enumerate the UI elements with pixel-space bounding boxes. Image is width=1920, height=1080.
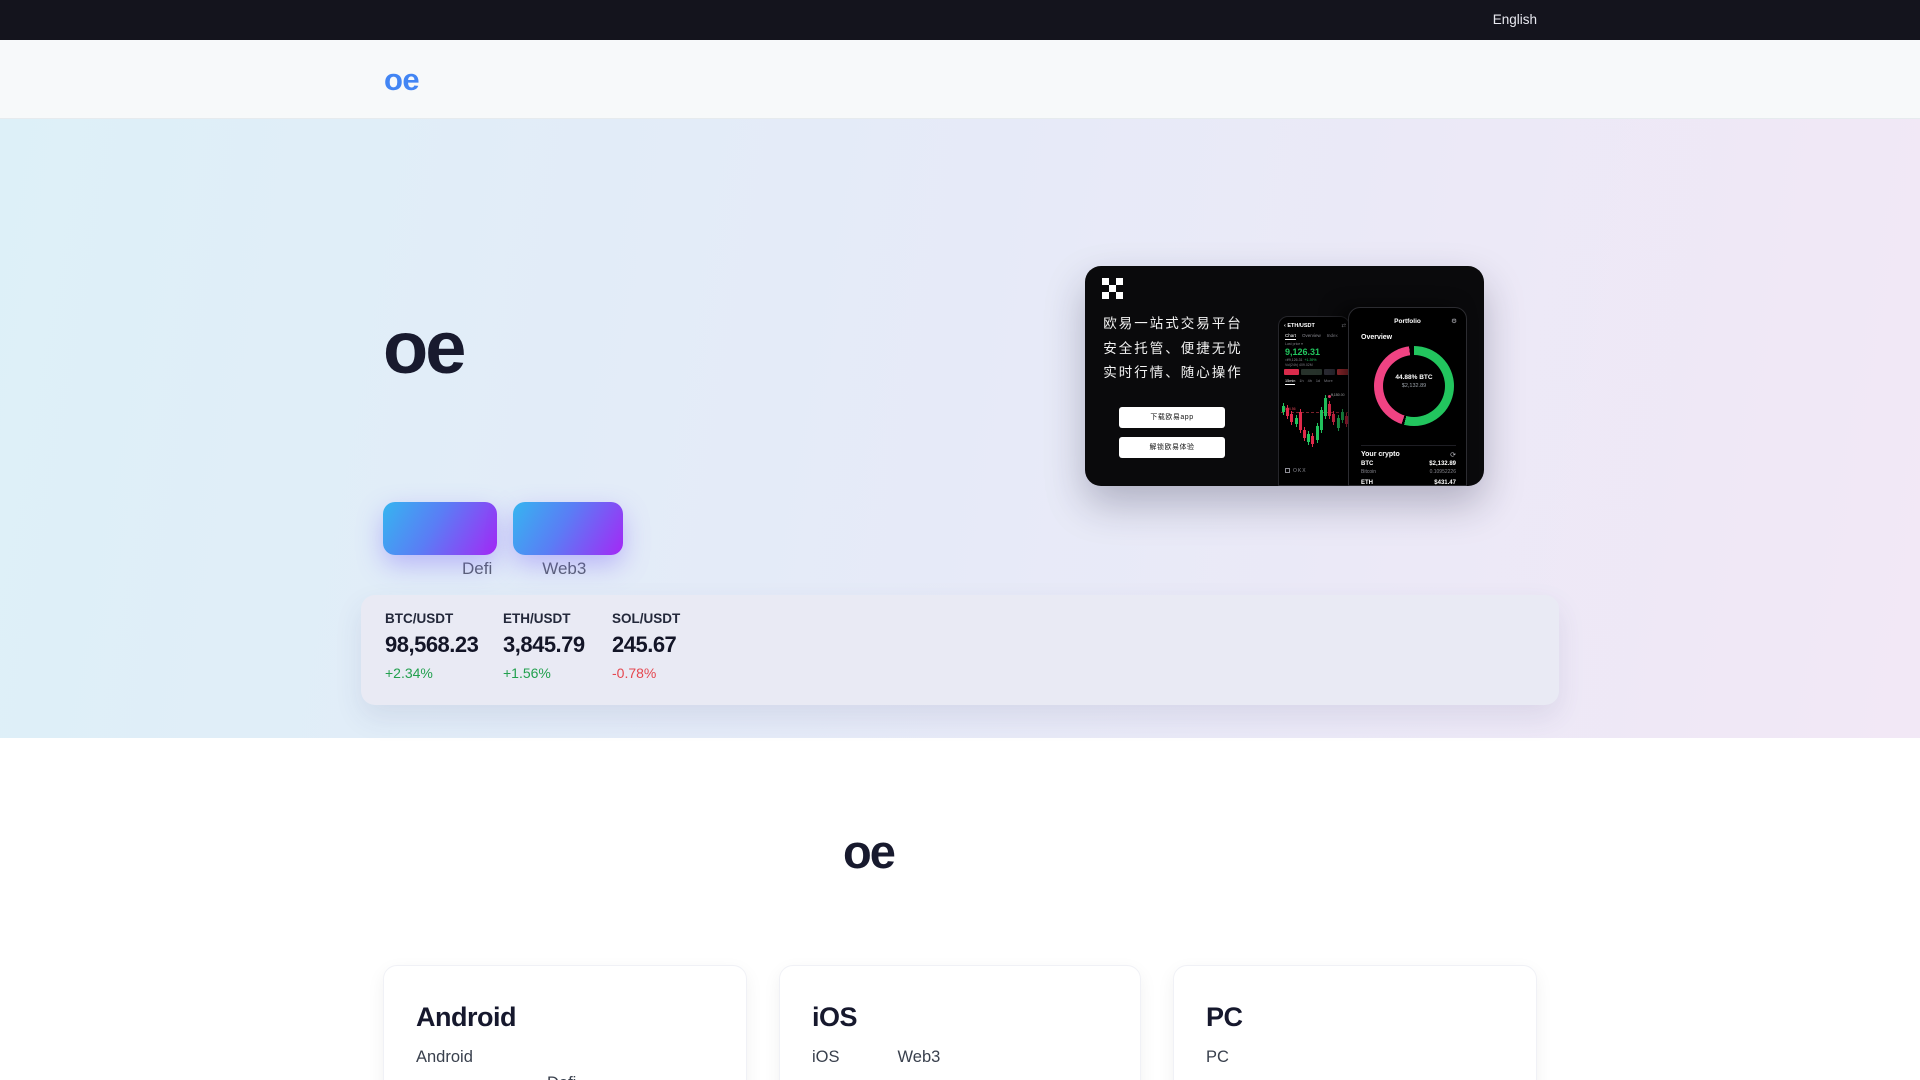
features-heading: oe: [843, 825, 896, 878]
last-price-label: Last price ▾: [1285, 342, 1303, 346]
card-body-extra: Web3: [897, 1048, 941, 1066]
market-tag-chip: [1284, 369, 1299, 375]
market-tag-chip: [1301, 369, 1322, 375]
market-tag-chip: [1324, 369, 1335, 375]
trade-approx: ≈¥9,126.31 +1.39%: [1285, 358, 1317, 362]
ticker-change: -0.78%: [612, 665, 657, 681]
hero-primary-button[interactable]: [383, 502, 497, 555]
promo-headline-2: 安全托管、便捷无忧: [1103, 340, 1243, 356]
gear-icon: ⚙: [1451, 318, 1457, 325]
donut-percent: 44.88% BTC: [1395, 374, 1433, 381]
download-card-ios[interactable]: iOS iOS Web3: [779, 965, 1141, 1080]
timeframe-option: More: [1324, 379, 1333, 383]
trade-price: 9,126.31: [1285, 347, 1321, 357]
ticker-change: +2.34%: [385, 665, 433, 681]
phone-mockup-trade: ‹ ETH/USDT ⇄ Chart Overview Index Last pric…: [1278, 316, 1350, 486]
brand-logo[interactable]: oe: [384, 62, 420, 98]
timeframe-option: 1h: [1299, 379, 1304, 383]
donut-value: $2,132.89: [1401, 383, 1427, 389]
tab-overview: Overview: [1302, 333, 1321, 338]
ticker-item-sol: SOL/USDT 245.67 -0.78%: [612, 611, 681, 681]
asset-row-btc: BTC Bitcoin $2,132.89 0.10952226: [1361, 461, 1456, 475]
download-card-android[interactable]: Android Android Defi: [383, 965, 747, 1080]
promo-headline-3: 实时行情、随心操作: [1103, 365, 1243, 380]
ticker-item-btc: BTC/USDT 98,568.23 +2.34%: [385, 611, 479, 681]
promo-download-button: 下载欧易app: [1119, 407, 1225, 428]
candle-chart: 9,034.56 9,150.00: [1281, 388, 1349, 454]
refresh-icon: ⟳: [1450, 452, 1456, 459]
hero-title: oe: [383, 306, 466, 389]
timeframe-row: 15min 1h 4h 1d More: [1285, 379, 1337, 385]
promo-card: 欧易一站式交易平台 安全托管、便捷无忧 实时行情、随心操作 下载欧易app 解锁…: [1085, 266, 1484, 486]
pair-label: ETH/USDT: [1287, 323, 1315, 329]
ticker-strip: BTC/USDT 98,568.23 +2.34% ETH/USDT 3,845…: [361, 595, 1559, 705]
chip-row: [1284, 369, 1349, 375]
trade-volume: Vol(24h) 409.02M: [1285, 363, 1313, 367]
site-header: oe: [0, 40, 1920, 119]
watermark-logo-icon: [1285, 468, 1290, 473]
donut-center: 44.88% BTC $2,132.89: [1374, 374, 1454, 389]
hero-subtitle-line2: Defi Web3: [383, 559, 586, 579]
card-body-line1: Android: [416, 1048, 473, 1066]
card-body-line1: PC: [1206, 1048, 1229, 1066]
defi-label: Defi: [462, 559, 493, 578]
phone-mockup-portfolio: Portfolio ⚙ Overview 44.88% BTC $2,132.8…: [1348, 307, 1467, 486]
trade-tabs: Chart Overview Index: [1285, 333, 1344, 340]
portfolio-title: Portfolio: [1394, 318, 1421, 325]
language-selector[interactable]: English: [1493, 12, 1537, 27]
hero-secondary-button[interactable]: [513, 502, 623, 555]
ticker-change: +1.56%: [503, 665, 551, 681]
overview-label: Overview: [1361, 334, 1393, 341]
card-body-line2: Defi: [547, 1074, 714, 1080]
tab-index: Index: [1326, 333, 1338, 338]
promo-headline-1: 欧易一站式交易平台: [1103, 316, 1243, 331]
page: English oe oe oe Defi Web3 欧易一站式交易平台 安全托管…: [0, 0, 1920, 1080]
trade-change: +1.39%: [1304, 358, 1317, 362]
back-icon: ‹: [1284, 323, 1286, 329]
web3-label: Web3: [542, 559, 587, 578]
timeframe-option: 1d: [1315, 379, 1321, 383]
your-crypto-label: Your crypto ⟳: [1361, 445, 1456, 459]
card-title: Android: [416, 1002, 516, 1032]
watermark: OKX: [1285, 468, 1307, 474]
promo-unlock-button: 解锁欧易体验: [1119, 437, 1225, 458]
card-title: iOS: [812, 1002, 858, 1032]
swap-icon: ⇄: [1341, 323, 1346, 329]
tab-chart: Chart: [1285, 333, 1297, 340]
timeframe-option: 15min: [1285, 379, 1296, 385]
asset-row-eth: ETH Ethereum $431.47 0.09180457: [1361, 480, 1456, 486]
timeframe-option: 4h: [1307, 379, 1312, 383]
trade-header: ‹ ETH/USDT ⇄: [1284, 323, 1346, 329]
ticker-item-eth: ETH/USDT 3,845.79 +1.56%: [503, 611, 585, 681]
card-title: PC: [1206, 1002, 1243, 1032]
top-bar: English: [0, 0, 1920, 40]
card-body-line1: iOS Web3: [812, 1048, 941, 1066]
promo-headlines: 欧易一站式交易平台 安全托管、便捷无忧 实时行情、随心操作: [1085, 312, 1261, 386]
okx-logo-icon: [1102, 278, 1123, 299]
download-card-pc[interactable]: PC PC: [1173, 965, 1537, 1080]
high-label: 9,150.00: [1331, 393, 1345, 397]
